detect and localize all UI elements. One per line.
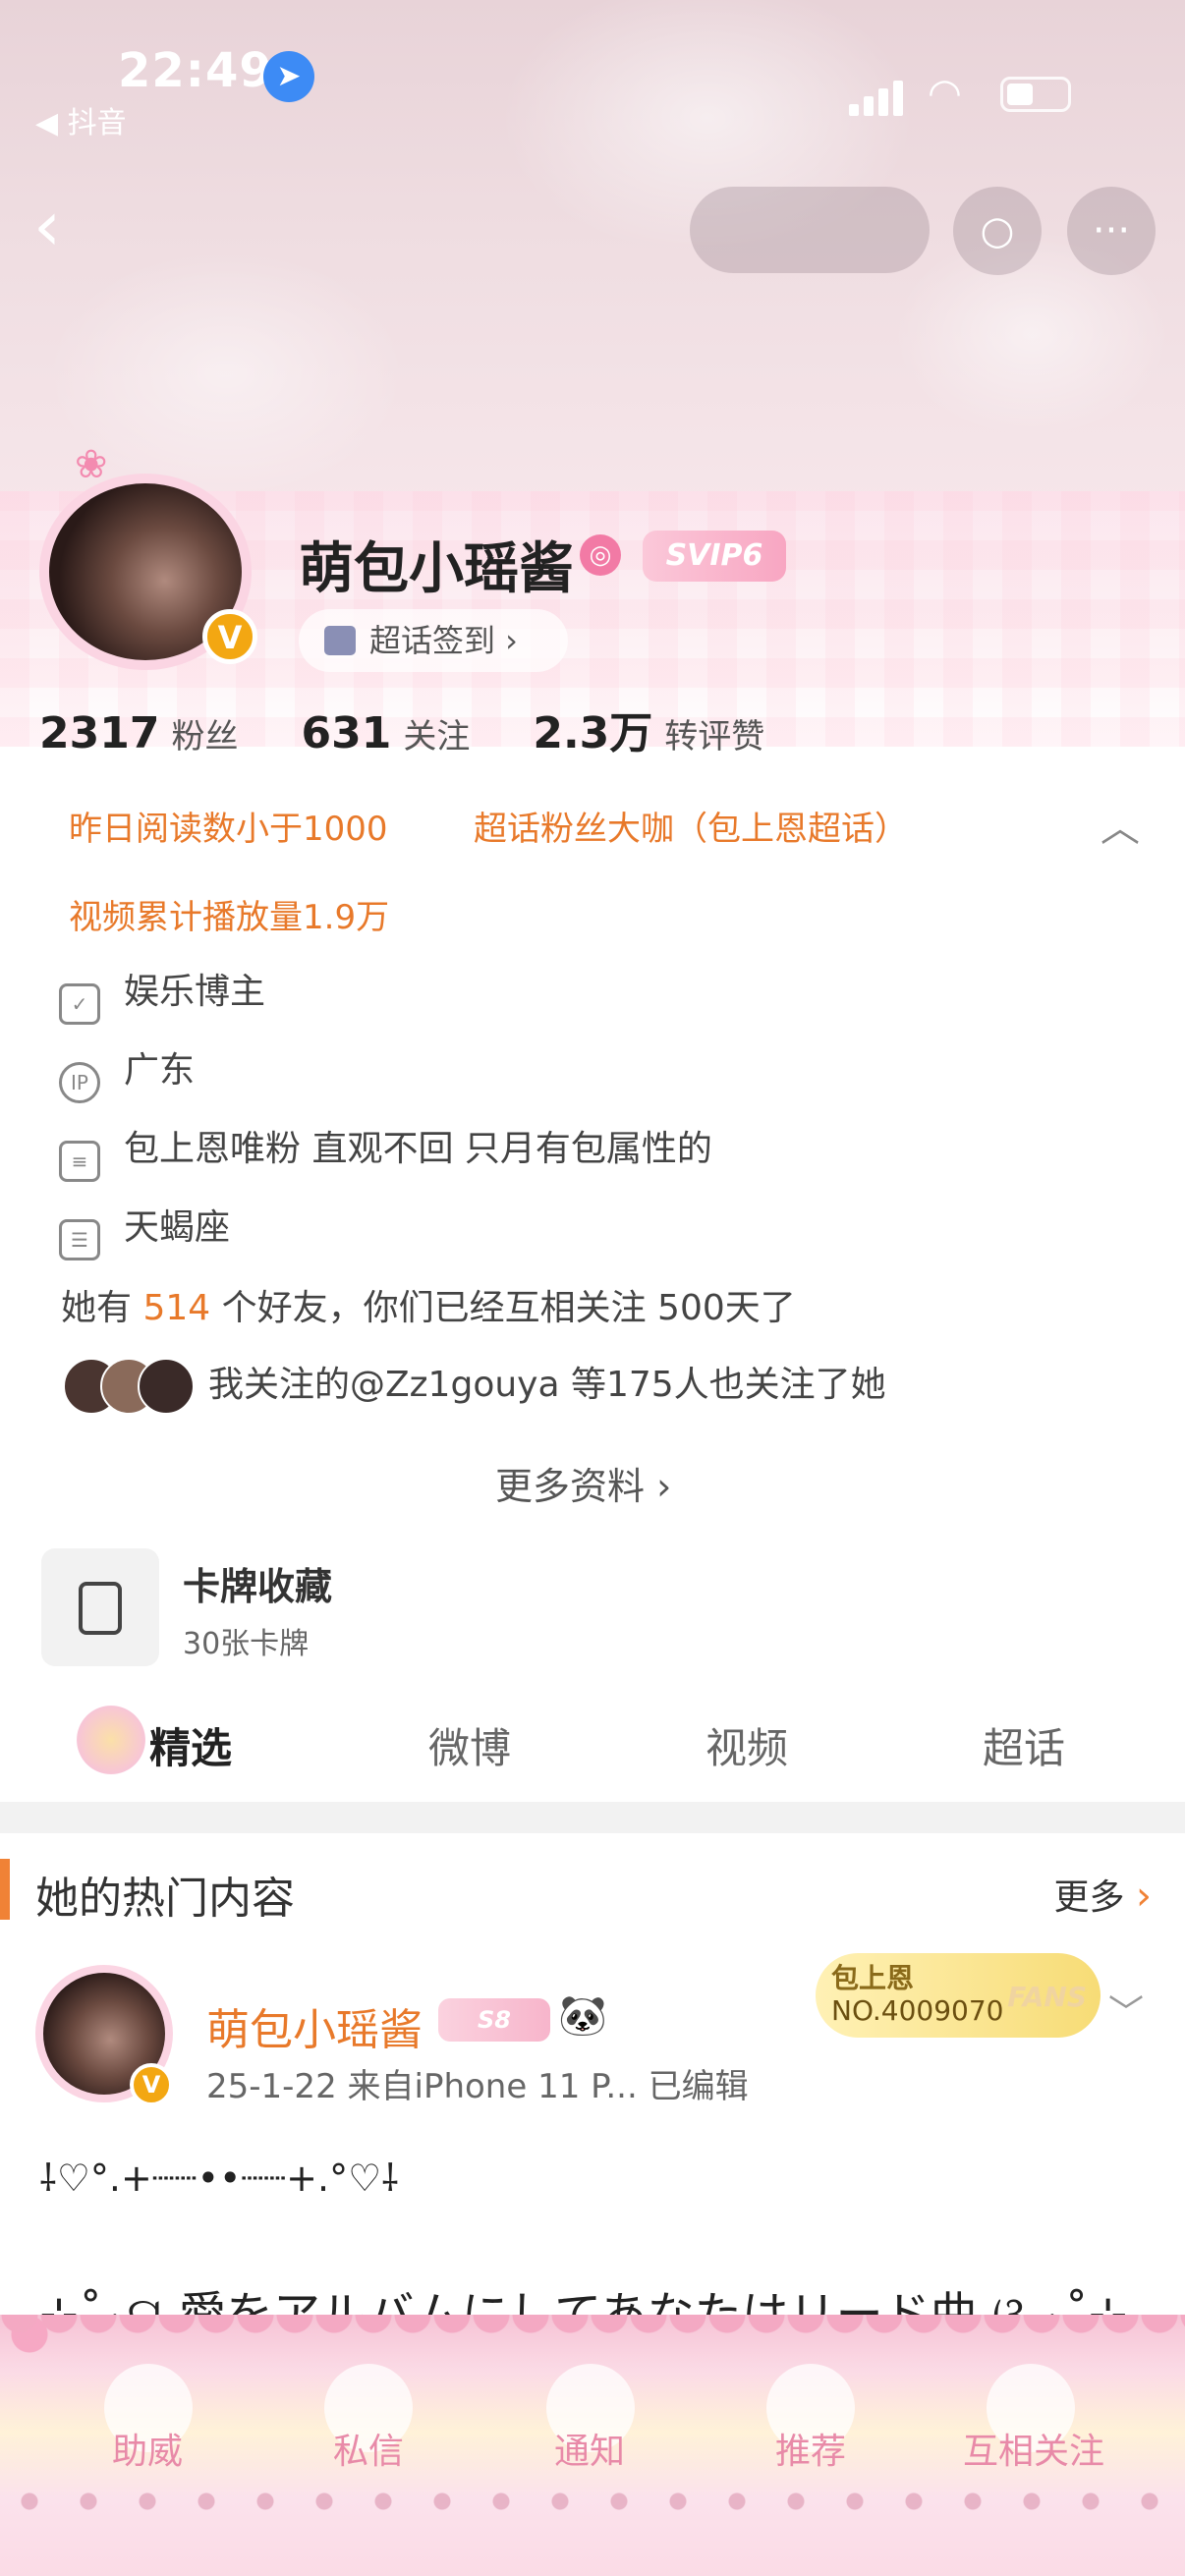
likes-stat[interactable]: 2.3万 转评赞	[533, 708, 814, 758]
profile-avatar[interactable]: ❀ V	[35, 442, 271, 678]
following-stat[interactable]: 631 关注	[301, 708, 519, 758]
info-row-ip: IP 广东	[59, 1041, 196, 1103]
pudding-decoration-icon	[77, 1706, 145, 1774]
back-to-app-link[interactable]: ◀ 抖音	[35, 98, 127, 141]
level-badge[interactable]: S8	[438, 1998, 550, 2042]
scallop-decoration	[0, 2315, 1185, 2350]
info-bio-text: 包上恩唯粉 直观不回 只月有包属性的	[124, 1129, 712, 1169]
bottom-nav-bar: 助威 私信 通知 推荐 互相关注	[0, 2315, 1185, 2576]
card-collection-title[interactable]: 卡牌收藏	[183, 1556, 332, 1610]
nav-mutual-follow[interactable]: 互相关注	[935, 2423, 1132, 2474]
following-label: 关注	[403, 717, 471, 756]
verified-v-icon: V	[130, 2063, 173, 2106]
calendar-icon: ☰	[59, 1219, 100, 1260]
post-author-name[interactable]: 萌包小瑶酱	[206, 1994, 423, 2057]
search-button[interactable]: ○	[953, 187, 1042, 275]
post-menu-chevron-icon[interactable]: ﹀	[1108, 1985, 1144, 2036]
location-arrow-icon: ➤	[263, 51, 314, 102]
followers-count: 2317	[39, 708, 160, 758]
collapse-chevron-icon[interactable]: ︿	[1100, 796, 1140, 853]
likes-label: 转评赞	[664, 717, 765, 756]
super-topic-checkin-button[interactable]: 超话签到 ›	[299, 609, 568, 672]
calendar-check-icon	[324, 626, 356, 655]
following-count: 631	[301, 708, 392, 758]
card-collection-icon[interactable]	[41, 1548, 159, 1666]
tab-video[interactable]: 视频	[705, 1715, 788, 1775]
followers-label: 粉丝	[171, 717, 239, 756]
back-button[interactable]: ‹	[33, 192, 61, 260]
fans-badge[interactable]: 包上恩 NO.4009070 FANS	[816, 1953, 1100, 2038]
info-row-zodiac: ☰ 天蝎座	[59, 1199, 231, 1260]
bottom-decoration-row	[0, 2482, 1185, 2521]
hot-content-title: 她的热门内容	[35, 1874, 295, 1924]
nav-cheer[interactable]: 助威	[49, 2423, 246, 2474]
info-row-bio: ≡ 包上恩唯粉 直观不回 只月有包属性的	[59, 1120, 712, 1182]
friends-count: 514	[142, 1288, 211, 1328]
tab-weibo[interactable]: 微博	[428, 1715, 511, 1775]
tag-read-count[interactable]: 昨日阅读数小于1000	[69, 802, 388, 850]
more-options-button[interactable]: ···	[1067, 187, 1156, 275]
verified-v-icon: V	[202, 609, 257, 664]
shield-icon: ✓	[59, 983, 100, 1025]
fans-badge-number: NO.4009070	[831, 1994, 1004, 2027]
card-collection-subtitle: 30张卡牌	[183, 1627, 310, 1661]
section-accent-bar	[0, 1859, 10, 1920]
hot-content-header: 她的热门内容 更多 ›	[0, 1833, 1185, 1941]
tag-video-plays[interactable]: 视频累计播放量1.9万	[69, 890, 389, 938]
panda-emoji-icon: 🐼	[558, 1993, 607, 2039]
mutual-avatar	[138, 1358, 195, 1415]
mutual-follow-row[interactable]: 我关注的@Zz1gouya 等175人也关注了她	[63, 1356, 886, 1415]
info-category-text: 娱乐博主	[124, 972, 266, 1012]
fans-badge-label: FANS	[1007, 1981, 1087, 2013]
name-badge-icon[interactable]: ◎	[580, 534, 621, 576]
fans-badge-name: 包上恩	[831, 1962, 915, 1994]
search-icon: ○	[980, 208, 1015, 253]
info-ip-text: 广东	[124, 1050, 196, 1091]
hot-content-more-link[interactable]: 更多 ›	[1054, 1869, 1152, 1920]
post-meta: 25-1-22 来自iPhone 11 P... 已编辑	[206, 2067, 749, 2106]
tab-featured[interactable]: 精选	[149, 1715, 232, 1775]
tab-super-topic[interactable]: 超话	[983, 1715, 1065, 1775]
section-divider	[0, 1802, 1185, 1833]
post-author-avatar[interactable]: V	[35, 1965, 173, 2106]
nav-recommend[interactable]: 推荐	[712, 2423, 909, 2474]
follow-status-pill[interactable]	[690, 187, 930, 273]
followers-stat[interactable]: 2317 粉丝	[39, 708, 287, 758]
chevron-right-icon: ›	[1136, 1874, 1152, 1919]
document-icon: ≡	[59, 1141, 100, 1182]
ellipsis-icon: ···	[1092, 208, 1131, 253]
cellular-signal-icon	[849, 81, 908, 116]
tag-super-fan[interactable]: 超话粉丝大咖（包上恩超话）	[474, 802, 908, 850]
post-text-line1: ⸸♡°.+┈┈•︎•┈┈+.°♡⸸	[39, 2156, 399, 2200]
profile-stats: 2317 粉丝 631 关注 2.3万 转评赞	[39, 698, 814, 760]
nav-message[interactable]: 私信	[270, 2423, 467, 2474]
info-zodiac-text: 天蝎座	[124, 1207, 231, 1248]
friends-suffix: 个好友，你们已经互相关注 500天了	[210, 1288, 796, 1328]
nav-notification[interactable]: 通知	[491, 2423, 688, 2474]
checkin-label: 超话签到 ›	[369, 622, 518, 659]
friends-prefix: 她有	[61, 1288, 143, 1328]
likes-count: 2.3万	[533, 708, 653, 758]
svip-badge[interactable]: SVIP6	[643, 531, 786, 582]
wifi-icon: ◠	[928, 71, 962, 116]
more-label: 更多	[1053, 1877, 1125, 1918]
friends-summary[interactable]: 她有 514 个好友，你们已经互相关注 500天了	[61, 1279, 796, 1330]
more-info-link[interactable]: 更多资料 ›	[495, 1456, 671, 1510]
profile-tabs: 精选 微博 视频 超话	[0, 1690, 1185, 1800]
battery-icon	[1000, 77, 1071, 112]
status-time: 22:49	[118, 43, 273, 98]
profile-name: 萌包小瑶酱	[299, 537, 574, 601]
info-row-category: ✓ 娱乐博主	[59, 963, 266, 1025]
mutual-follow-text: 我关注的@Zz1gouya 等175人也关注了她	[208, 1365, 886, 1405]
ip-icon: IP	[59, 1062, 100, 1103]
